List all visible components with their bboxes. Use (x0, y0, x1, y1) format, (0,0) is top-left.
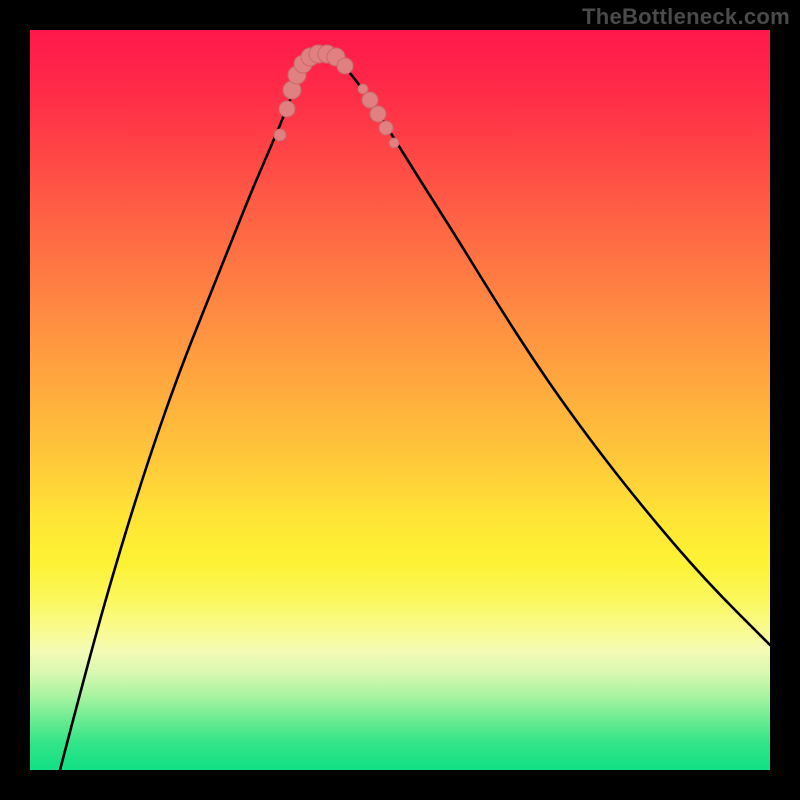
chart-frame: TheBottleneck.com (0, 0, 800, 800)
watermark-text: TheBottleneck.com (582, 4, 790, 30)
curve-markers (274, 45, 399, 148)
curve-marker (288, 66, 306, 84)
curve-layer (30, 30, 770, 770)
bottleneck-curve (60, 54, 770, 770)
curve-marker (294, 55, 312, 73)
curve-marker (370, 106, 386, 122)
curve-marker (309, 45, 327, 63)
curve-marker (389, 138, 399, 148)
curve-marker (318, 45, 336, 63)
curve-marker (362, 92, 378, 108)
curve-marker (358, 84, 368, 94)
curve-marker (327, 48, 345, 66)
curve-marker (274, 129, 286, 141)
curve-marker (301, 48, 319, 66)
curve-marker (379, 121, 393, 135)
curve-marker (279, 101, 295, 117)
plot-area (30, 30, 770, 770)
curve-marker (337, 58, 353, 74)
curve-marker (283, 81, 301, 99)
